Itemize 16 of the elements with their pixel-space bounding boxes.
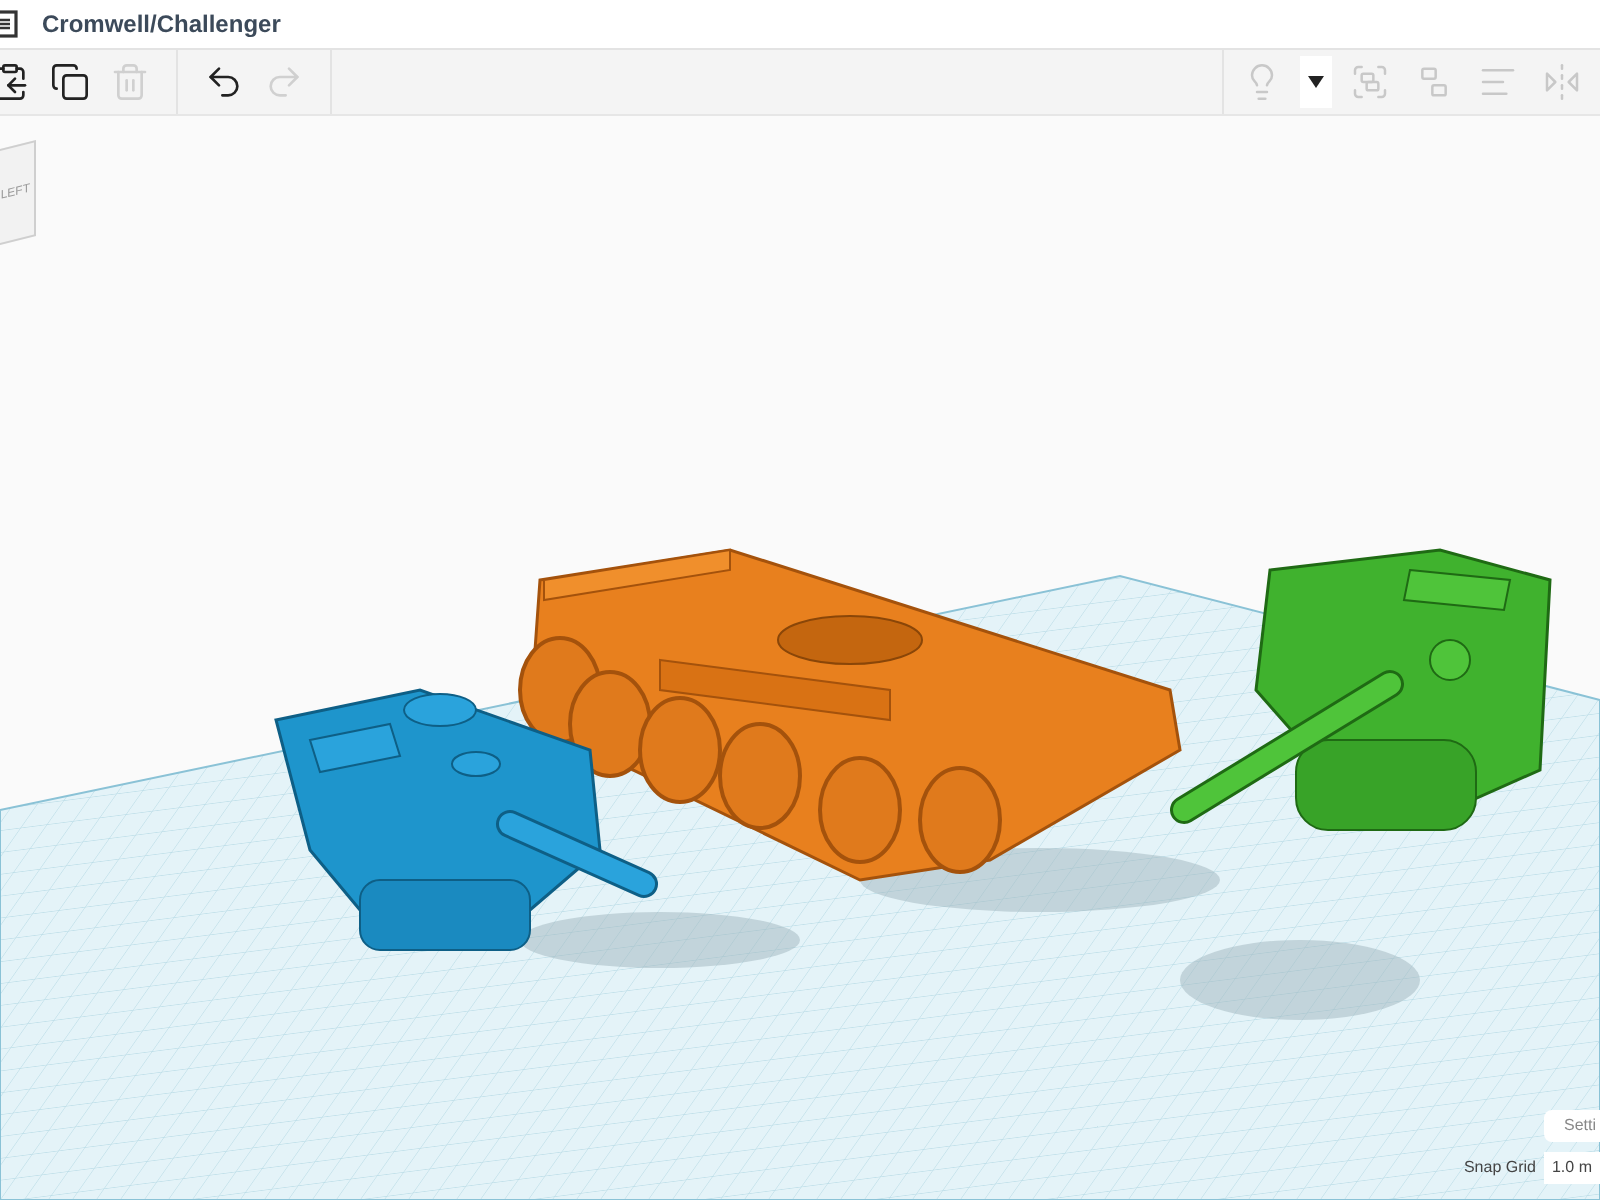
redo-icon — [264, 62, 304, 102]
caret-button[interactable] — [1300, 56, 1332, 108]
duplicate-icon — [50, 62, 90, 102]
group-icon — [1350, 62, 1390, 102]
window-title: Cromwell/Challenger — [42, 8, 281, 42]
tank-turret-drawing[interactable] — [1170, 548, 1552, 831]
undo-icon — [204, 62, 244, 102]
caret-icon — [1308, 76, 1324, 88]
settings-button[interactable]: Setti — [1543, 1110, 1600, 1142]
tank-turret-drawing[interactable] — [274, 688, 658, 951]
snap-grid-field[interactable]: 1.0 m — [1543, 1152, 1600, 1184]
paste-icon — [0, 62, 30, 102]
snap-grid-label: Snap Grid — [1463, 1156, 1536, 1180]
tank-hull-drawing[interactable] — [518, 548, 1182, 882]
mirror-icon — [1542, 62, 1582, 102]
trash-icon — [110, 62, 150, 102]
